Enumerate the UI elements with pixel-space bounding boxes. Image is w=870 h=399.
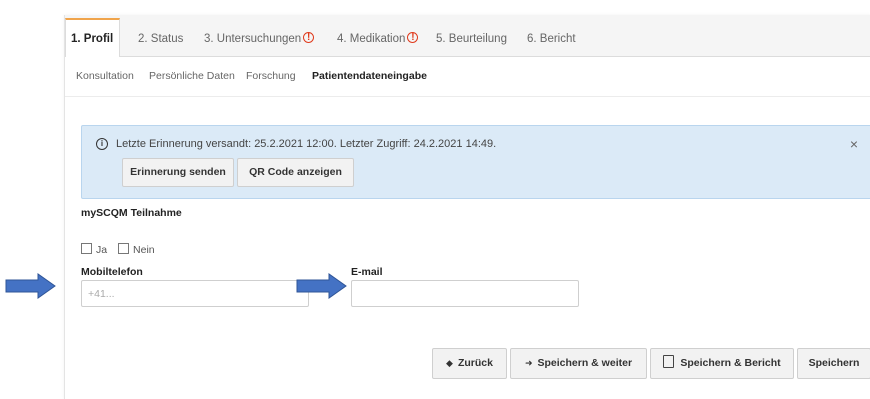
warning-icon: ! bbox=[303, 32, 315, 43]
tab-bar: 1. Profil 2. Status 3. Untersuchungen! 4… bbox=[65, 15, 870, 57]
book-icon bbox=[663, 355, 675, 368]
participation-label: mySCQM Teilnahme bbox=[81, 207, 182, 219]
yes-label: Ja bbox=[96, 244, 108, 256]
info-icon: i bbox=[96, 138, 108, 150]
save-button[interactable]: Speichern bbox=[797, 348, 870, 379]
tab-bericht[interactable]: 6. Bericht bbox=[527, 19, 576, 55]
subnav-konsultation[interactable]: Konsultation bbox=[76, 70, 134, 82]
annotation-arrow-right bbox=[296, 273, 347, 299]
email-label: E-mail bbox=[351, 266, 383, 278]
subnav-patientendateneingabe[interactable]: Patientendateneingabe bbox=[312, 70, 427, 82]
close-icon[interactable]: × bbox=[850, 136, 858, 152]
no-checkbox[interactable] bbox=[118, 243, 130, 254]
warning-icon: ! bbox=[407, 32, 419, 43]
info-alert: i Letzte Erinnerung versandt: 25.2.2021 … bbox=[81, 125, 870, 199]
tab-untersuchungen[interactable]: 3. Untersuchungen! bbox=[204, 19, 315, 55]
alert-message: Letzte Erinnerung versandt: 25.2.2021 12… bbox=[116, 138, 497, 150]
arrow-right-icon: ➜ bbox=[524, 358, 533, 368]
tab-beurteilung[interactable]: 5. Beurteilung bbox=[436, 19, 507, 55]
main-panel: 1. Profil 2. Status 3. Untersuchungen! 4… bbox=[64, 15, 870, 399]
arrow-left-icon: ◆ bbox=[446, 358, 453, 368]
yes-checkbox[interactable] bbox=[81, 243, 92, 254]
mobile-phone-input[interactable] bbox=[81, 280, 309, 307]
divider bbox=[65, 96, 870, 97]
email-input[interactable] bbox=[351, 280, 579, 307]
subnav-persoenliche-daten[interactable]: Persönliche Daten bbox=[149, 70, 235, 82]
show-qr-code-button[interactable]: QR Code anzeigen bbox=[237, 158, 354, 187]
mobile-label: Mobiltelefon bbox=[81, 266, 143, 278]
save-report-button[interactable]: Speichern & Bericht bbox=[650, 348, 794, 379]
participation-options: Ja Nein bbox=[81, 243, 163, 256]
tab-profil[interactable]: 1. Profil bbox=[65, 18, 121, 57]
back-button[interactable]: ◆ Zurück bbox=[432, 348, 507, 379]
tab-medikation[interactable]: 4. Medikation! bbox=[337, 19, 419, 55]
annotation-arrow-left bbox=[5, 273, 56, 299]
send-reminder-button[interactable]: Erinnerung senden bbox=[122, 158, 234, 187]
save-next-button[interactable]: ➜ Speichern & weiter bbox=[510, 348, 647, 379]
subnav-forschung[interactable]: Forschung bbox=[246, 70, 296, 82]
no-label: Nein bbox=[133, 244, 155, 256]
tab-status[interactable]: 2. Status bbox=[138, 19, 183, 55]
